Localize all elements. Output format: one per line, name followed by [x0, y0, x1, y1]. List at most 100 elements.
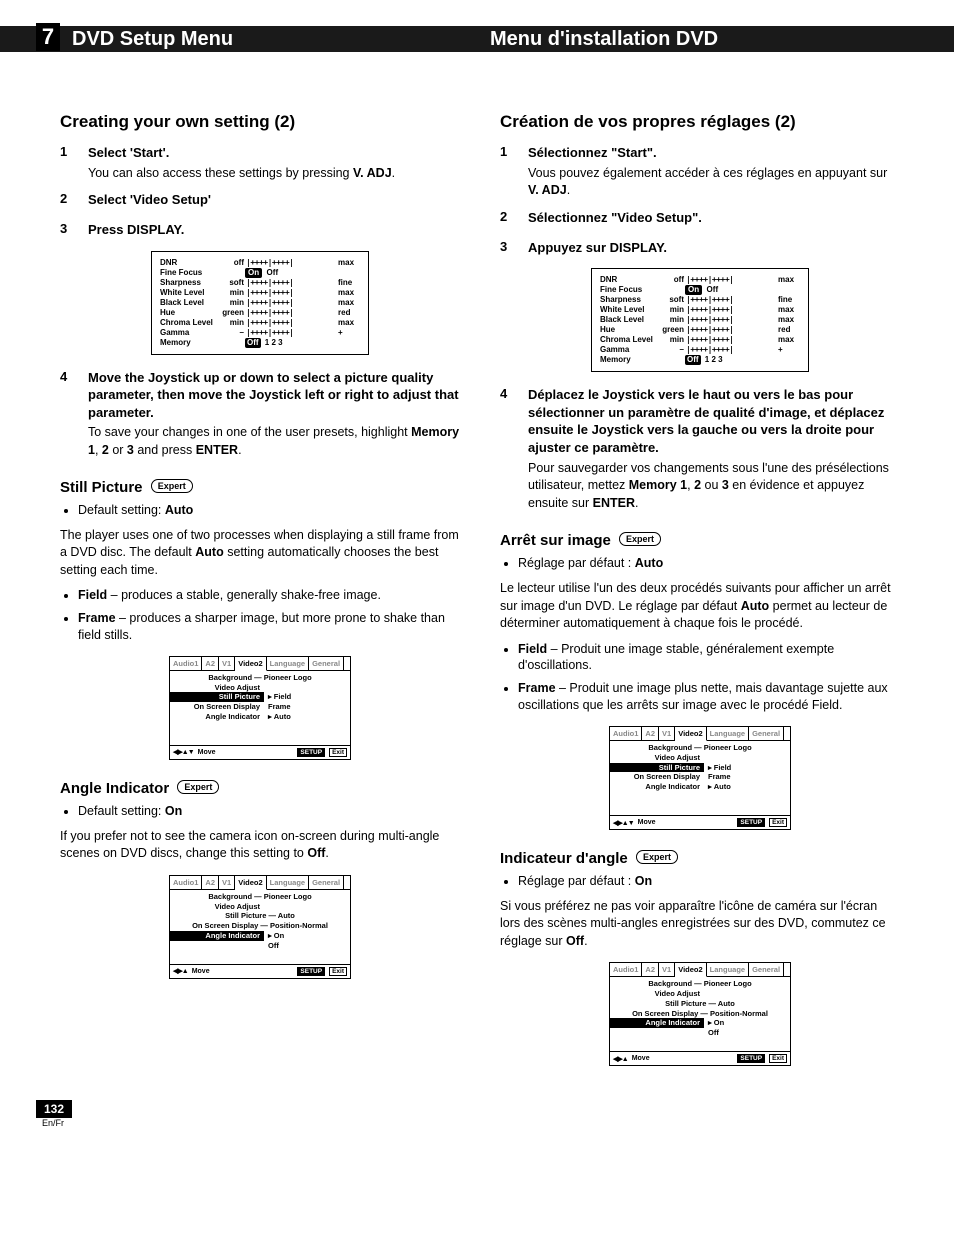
- expert-badge: Expert: [619, 532, 661, 546]
- expert-badge: Expert: [177, 780, 219, 794]
- lang-tag: En/Fr: [42, 1118, 72, 1128]
- osd-tab: Video2: [235, 876, 266, 890]
- header-bar: 7 DVD Setup Menu Menu d'installation DVD: [0, 26, 954, 52]
- step-text: Vous pouvez également accéder à ces régl…: [528, 166, 887, 198]
- still-intro-fr: Le lecteur utilise l'un des deux procédé…: [500, 580, 900, 633]
- osd-body: Background — Pioneer LogoVideo AdjustSti…: [170, 890, 350, 964]
- osd-still-picture-en: Audio1A2V1Video2LanguageGeneralBackgroun…: [169, 656, 351, 760]
- osd-tab: Audio1: [610, 963, 642, 976]
- osd-line: Background — Pioneer Logo: [170, 892, 350, 902]
- adj-row: DNRoff|++++|++++|max: [160, 258, 360, 268]
- chapter-number: 7: [36, 23, 60, 51]
- section-title-en: Creating your own setting (2): [60, 112, 460, 132]
- osd-line: Angle Indicator▸On: [170, 931, 350, 941]
- osd-tab: Language: [267, 876, 309, 889]
- osd-line: On Screen Display — Position-Normal: [610, 1009, 790, 1019]
- osd-line: Background — Pioneer Logo: [610, 743, 790, 753]
- exit-button: Exit: [769, 1054, 787, 1063]
- osd-tab: V1: [219, 657, 235, 670]
- expert-badge: Expert: [151, 479, 193, 493]
- osd-line: On Screen Display — Position-Normal: [170, 921, 350, 931]
- setup-button: SETUP: [297, 967, 325, 976]
- setup-button: SETUP: [297, 748, 325, 757]
- osd-body: Background — Pioneer LogoVideo AdjustSti…: [170, 671, 350, 745]
- step-num: 3: [500, 239, 528, 259]
- angle-heading-fr: Indicateur d'angle Expert: [500, 850, 900, 867]
- step-title: Select 'Start'.: [88, 144, 460, 162]
- osd-tabs: Audio1A2V1Video2LanguageGeneral: [170, 876, 350, 890]
- step-title: Sélectionnez "Start".: [528, 144, 900, 162]
- page-footer: 132 En/Fr: [0, 1100, 954, 1138]
- osd-line: Still Picture▸Field: [610, 763, 790, 773]
- move-label: Move: [632, 1055, 734, 1062]
- osd-footer: ◀▶▲▼MoveSETUPExit: [170, 745, 350, 759]
- adj-row: Huegreen|++++|++++|red: [160, 308, 360, 318]
- osd-tab: V1: [659, 963, 675, 976]
- arrows-icon: ◀▶▲▼: [173, 748, 194, 756]
- adj-row: Fine FocusOn Off: [600, 285, 800, 295]
- step-text: You can also access these settings by pr…: [88, 166, 395, 180]
- adj-row: Fine FocusOn Off: [160, 268, 360, 278]
- osd-tab: Audio1: [170, 876, 202, 889]
- top-strip: [0, 0, 954, 26]
- column-english: Creating your own setting (2) 1 Select '…: [60, 112, 460, 1080]
- step-title: Move the Joystick up or down to select a…: [88, 369, 460, 422]
- osd-tab: Language: [707, 963, 749, 976]
- osd-line: Angle Indicator▸On: [610, 1018, 790, 1028]
- adj-row: Gamma–|++++|++++|+: [600, 345, 800, 355]
- exit-button: Exit: [329, 967, 347, 976]
- still-picture-heading-fr: Arrêt sur image Expert: [500, 532, 900, 549]
- osd-tabs: Audio1A2V1Video2LanguageGeneral: [610, 727, 790, 741]
- osd-line: Still Picture▸Field: [170, 692, 350, 702]
- osd-still-picture-fr: Audio1A2V1Video2LanguageGeneralBackgroun…: [609, 726, 791, 830]
- arrows-icon: ◀▶▲: [613, 1055, 628, 1063]
- step-num: 4: [500, 386, 528, 512]
- osd-body: Background — Pioneer LogoVideo AdjustSti…: [610, 741, 790, 815]
- osd-line: Off: [610, 1028, 790, 1038]
- header-title-right: Menu d'installation DVD: [490, 28, 718, 51]
- osd-tab: A2: [642, 727, 659, 740]
- still-options-fr: Field – Produit une image stable, généra…: [518, 641, 900, 715]
- osd-tab: General: [749, 727, 784, 740]
- adj-row: Black Levelmin|++++|++++|max: [600, 315, 800, 325]
- osd-tab: V1: [659, 727, 675, 740]
- step-num: 2: [500, 209, 528, 229]
- steps-fr: 1 Sélectionnez "Start". Vous pouvez égal…: [500, 144, 900, 258]
- exit-button: Exit: [329, 748, 347, 757]
- video-adjust-panel-fr: DNRoff|++++|++++|maxFine FocusOn OffShar…: [591, 268, 809, 372]
- steps-fr-4: 4 Déplacez le Joystick vers le haut ou v…: [500, 386, 900, 512]
- arrows-icon: ◀▶▲: [173, 967, 188, 975]
- osd-tab: V1: [219, 876, 235, 889]
- adj-row: Sharpnesssoft|++++|++++|fine: [160, 278, 360, 288]
- osd-tabs: Audio1A2V1Video2LanguageGeneral: [610, 963, 790, 977]
- angle-default-en: Default setting: On: [78, 803, 460, 820]
- steps-en: 1 Select 'Start'. You can also access th…: [60, 144, 460, 241]
- osd-tab: General: [309, 876, 344, 889]
- osd-tab: Audio1: [610, 727, 642, 740]
- osd-line: Off: [170, 941, 350, 951]
- osd-line: Video Adjust: [610, 989, 790, 999]
- still-options-en: Field – produces a stable, generally sha…: [78, 587, 460, 644]
- osd-tab: A2: [202, 876, 219, 889]
- osd-line: Still Picture — Auto: [170, 911, 350, 921]
- steps-en-4: 4 Move the Joystick up or down to select…: [60, 369, 460, 459]
- step-text: To save your changes in one of the user …: [88, 425, 459, 457]
- step-num: 3: [60, 221, 88, 241]
- osd-line: Background — Pioneer Logo: [610, 979, 790, 989]
- osd-angle-indicator-en: Audio1A2V1Video2LanguageGeneralBackgroun…: [169, 875, 351, 979]
- video-adjust-panel-en: DNRoff|++++|++++|maxFine FocusOn OffShar…: [151, 251, 369, 355]
- step-title: Select 'Video Setup': [88, 191, 460, 209]
- arrows-icon: ◀▶▲▼: [613, 819, 634, 827]
- still-picture-heading-en: Still Picture Expert: [60, 479, 460, 496]
- still-default-en: Default setting: Auto: [78, 502, 460, 519]
- osd-tab: A2: [642, 963, 659, 976]
- osd-tab: Video2: [235, 657, 266, 671]
- expert-badge: Expert: [636, 850, 678, 864]
- adj-row: Sharpnesssoft|++++|++++|fine: [600, 295, 800, 305]
- setup-button: SETUP: [737, 818, 765, 827]
- step-title: Appuyez sur DISPLAY.: [528, 239, 900, 257]
- osd-line: Angle Indicator▸Auto: [170, 712, 350, 722]
- still-default-fr: Réglage par défaut : Auto: [518, 555, 900, 572]
- adj-row: Gamma–|++++|++++|+: [160, 328, 360, 338]
- osd-body: Background — Pioneer LogoVideo AdjustSti…: [610, 977, 790, 1051]
